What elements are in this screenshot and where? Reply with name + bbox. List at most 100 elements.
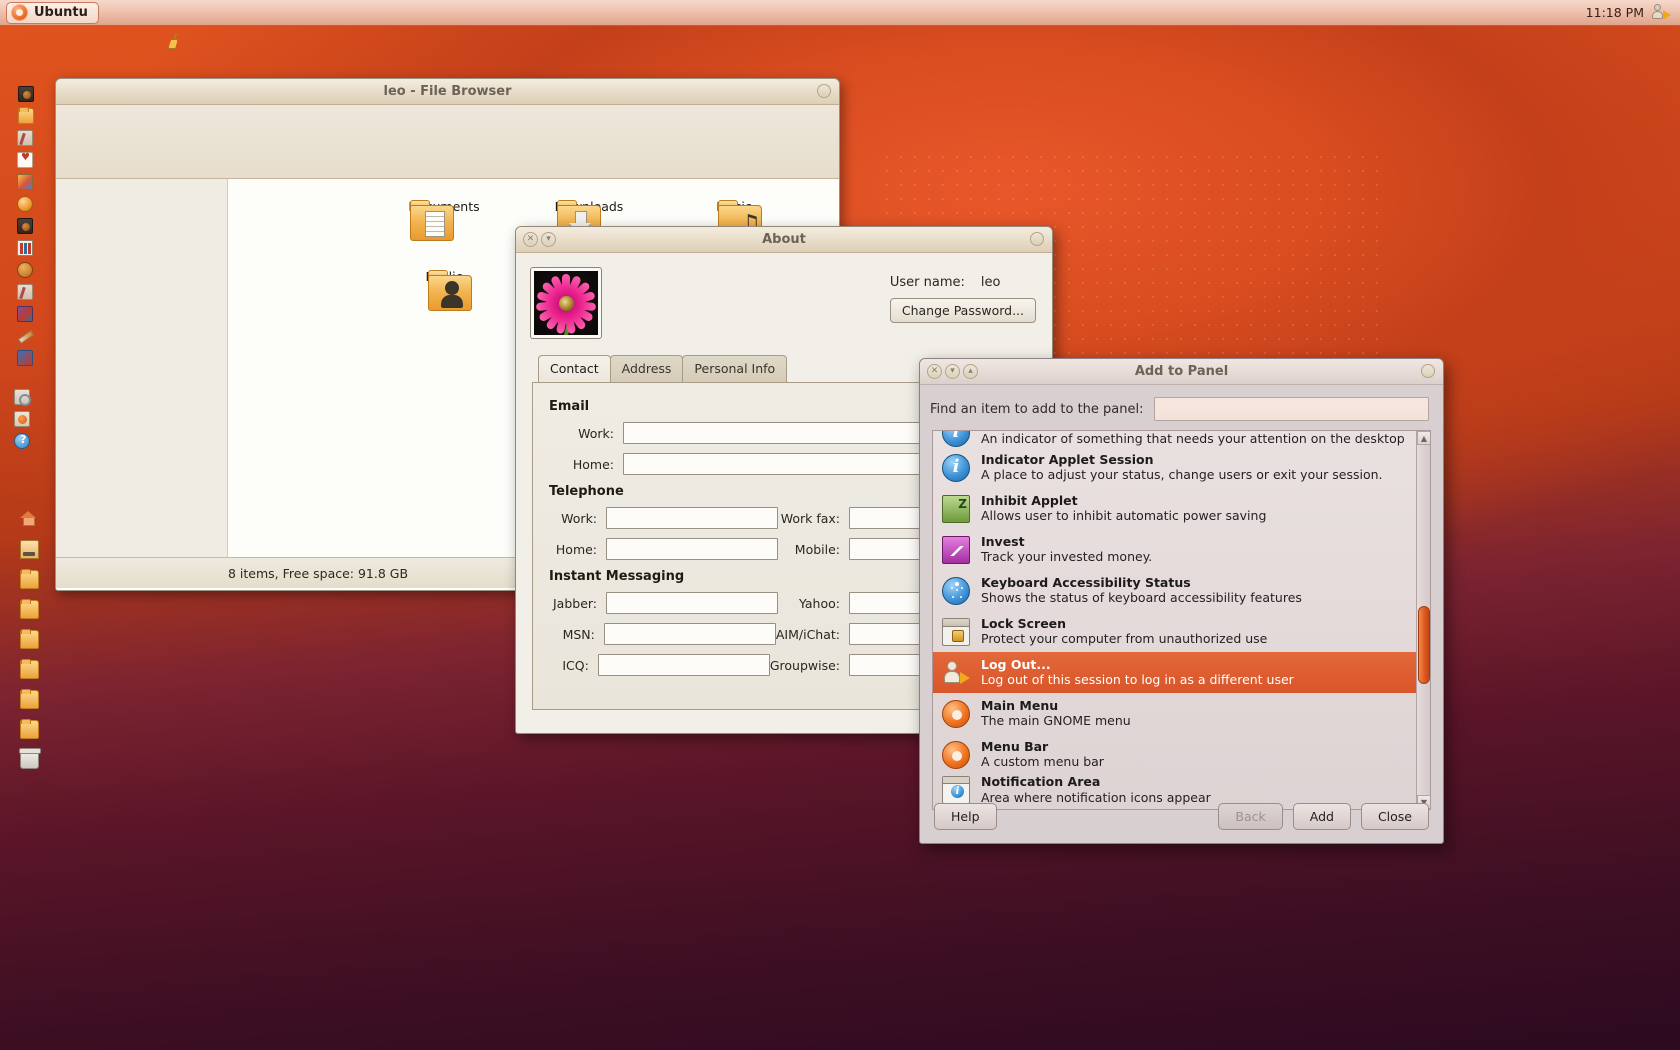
avatar[interactable]	[530, 267, 602, 339]
folder-pictures-icon	[20, 658, 39, 679]
folder-music-icon	[20, 628, 39, 649]
add-to-panel-window[interactable]: ✕ ▾ ▴ Add to Panel Find an item to add t…	[919, 358, 1444, 844]
clock[interactable]: 11:18 PM	[1586, 5, 1644, 20]
broom-icon[interactable]	[167, 33, 180, 47]
field-label: Jabber:	[552, 595, 598, 611]
accessibility-icon	[942, 576, 970, 605]
list-item-desc: Allows user to inhibit automatic power s…	[981, 508, 1267, 524]
msn-input[interactable]	[603, 623, 776, 645]
find-item-input-wrapper[interactable]	[1153, 397, 1429, 421]
list-item[interactable]: Indicator Applet Session A place to adju…	[933, 447, 1430, 488]
field-label: Home:	[572, 456, 614, 472]
list-item[interactable]: Invest Track your invested money.	[933, 529, 1430, 570]
logout-person-icon	[942, 659, 970, 687]
tab-personal-info[interactable]: Personal Info	[682, 355, 788, 382]
list-item-desc: A place to adjust your status, change us…	[981, 467, 1383, 483]
list-item-title: Main Menu	[981, 697, 1059, 713]
phone-work-input[interactable]	[606, 507, 779, 529]
folder-icon	[18, 107, 34, 124]
inhibit-icon	[942, 494, 970, 523]
list-item-desc: Protect your computer from unauthorized …	[981, 631, 1268, 647]
invest-chart-icon	[942, 535, 970, 564]
field-label: AIM/iChat:	[775, 626, 840, 642]
file-browser-toolbar[interactable]	[56, 105, 839, 179]
file-browser-title: leo - File Browser	[383, 84, 512, 99]
file-icon-documents[interactable]: Documents	[388, 199, 500, 241]
office-books-icon	[17, 240, 33, 256]
pink-gerbera-flower-avatar	[534, 271, 598, 335]
file-icon-public[interactable]: Public	[388, 269, 500, 311]
maximize-icon[interactable]: ▴	[963, 364, 978, 379]
phone-home-input[interactable]	[606, 538, 779, 560]
find-item-input[interactable]	[1154, 398, 1428, 420]
folder-documents-icon	[20, 598, 39, 619]
add-to-panel-titlebar[interactable]: ✕ ▾ ▴ Add to Panel	[920, 359, 1443, 385]
field-label: Home:	[555, 541, 598, 557]
computer-icon	[20, 539, 39, 559]
ubuntu-menu-label: Ubuntu	[34, 5, 88, 20]
file-icon-downloads[interactable]: Downloads	[533, 199, 645, 241]
file-browser-status-text: 8 items, Free space: 91.8 GB	[228, 565, 409, 581]
scrollbar-thumb[interactable]	[1418, 606, 1430, 684]
ubuntu-menu-button[interactable]: Ubuntu	[6, 1, 99, 24]
jabber-input[interactable]	[606, 592, 779, 614]
list-item[interactable]: An indicator of something that needs you…	[933, 431, 1430, 447]
lock-screen-icon	[942, 617, 970, 646]
field-label: Work:	[578, 425, 614, 441]
file-browser-sidebar[interactable]	[56, 179, 228, 557]
camera-icon	[17, 218, 33, 234]
info-icon	[942, 431, 970, 447]
list-item[interactable]: Inhibit Applet Allows user to inhibit au…	[933, 488, 1430, 529]
field-label: Work:	[561, 510, 598, 526]
help-button[interactable]: Help	[934, 802, 997, 830]
ubuntu-logo-icon	[11, 4, 28, 21]
wine-icon	[17, 350, 33, 366]
file-browser-window-button[interactable]	[817, 84, 831, 98]
scroll-up-icon[interactable]: ▲	[1417, 431, 1430, 445]
about-window-buttons[interactable]: ✕ ▾	[516, 232, 556, 247]
change-password-button[interactable]: Change Password...	[889, 298, 1036, 323]
list-item[interactable]: Main Menu The main GNOME menu	[933, 693, 1430, 734]
field-label: Work fax:	[780, 510, 840, 526]
field-label: Yahoo:	[798, 595, 840, 611]
close-icon[interactable]: ✕	[927, 364, 942, 379]
help-icon	[14, 433, 30, 449]
minimize-icon[interactable]: ▾	[541, 232, 556, 247]
icq-input[interactable]	[597, 654, 770, 676]
file-icon-music[interactable]: ♫ Music	[678, 199, 790, 241]
add-button[interactable]: Add	[1292, 802, 1351, 830]
folder-downloads-icon	[20, 718, 39, 739]
about-window-button[interactable]	[1030, 232, 1044, 246]
file-browser-titlebar[interactable]: leo - File Browser	[56, 79, 839, 105]
list-item[interactable]: Menu Bar A custom menu bar	[933, 734, 1430, 775]
ubuntu-logo-icon	[942, 699, 970, 728]
tab-contact[interactable]: Contact	[538, 355, 611, 382]
list-item-title: Inhibit Applet	[981, 492, 1078, 508]
list-item-title: Keyboard Accessibility Status	[981, 574, 1191, 590]
list-item-desc: Log out of this session to log in as a d…	[981, 672, 1294, 688]
applet-list[interactable]: An indicator of something that needs you…	[932, 430, 1431, 810]
home-icon	[20, 510, 39, 529]
list-item-desc: The main GNOME menu	[981, 713, 1131, 729]
games-cards-icon	[17, 152, 33, 168]
list-item[interactable]: Lock Screen Protect your computer from u…	[933, 611, 1430, 652]
ubuntu-logo-icon	[942, 740, 970, 769]
add-to-panel-window-buttons[interactable]: ✕ ▾ ▴	[920, 364, 978, 379]
close-icon[interactable]: ✕	[523, 232, 538, 247]
trash-icon	[19, 747, 41, 769]
about-titlebar[interactable]: ✕ ▾ About	[516, 227, 1052, 253]
add-to-panel-window-button[interactable]	[1421, 364, 1435, 378]
tab-address[interactable]: Address	[609, 355, 684, 382]
list-item[interactable]: Keyboard Accessibility Status Shows the …	[933, 570, 1430, 611]
list-item-desc: An indicator of something that needs you…	[981, 431, 1405, 446]
logout-icon[interactable]	[1652, 4, 1671, 21]
about-header: User name: leo Change Password...	[516, 253, 1052, 339]
top-panel: Ubuntu 11:18 PM	[0, 0, 1680, 26]
list-item-title: Menu Bar	[981, 738, 1049, 754]
back-button[interactable]: Back	[1218, 802, 1283, 830]
close-button[interactable]: Close	[1360, 802, 1429, 830]
list-item-selected[interactable]: Log Out... Log out of this session to lo…	[933, 652, 1430, 693]
minimize-icon[interactable]: ▾	[945, 364, 960, 379]
list-scrollbar[interactable]: ▲ ▼	[1416, 431, 1430, 809]
user-name-row: User name: leo	[890, 275, 1036, 290]
